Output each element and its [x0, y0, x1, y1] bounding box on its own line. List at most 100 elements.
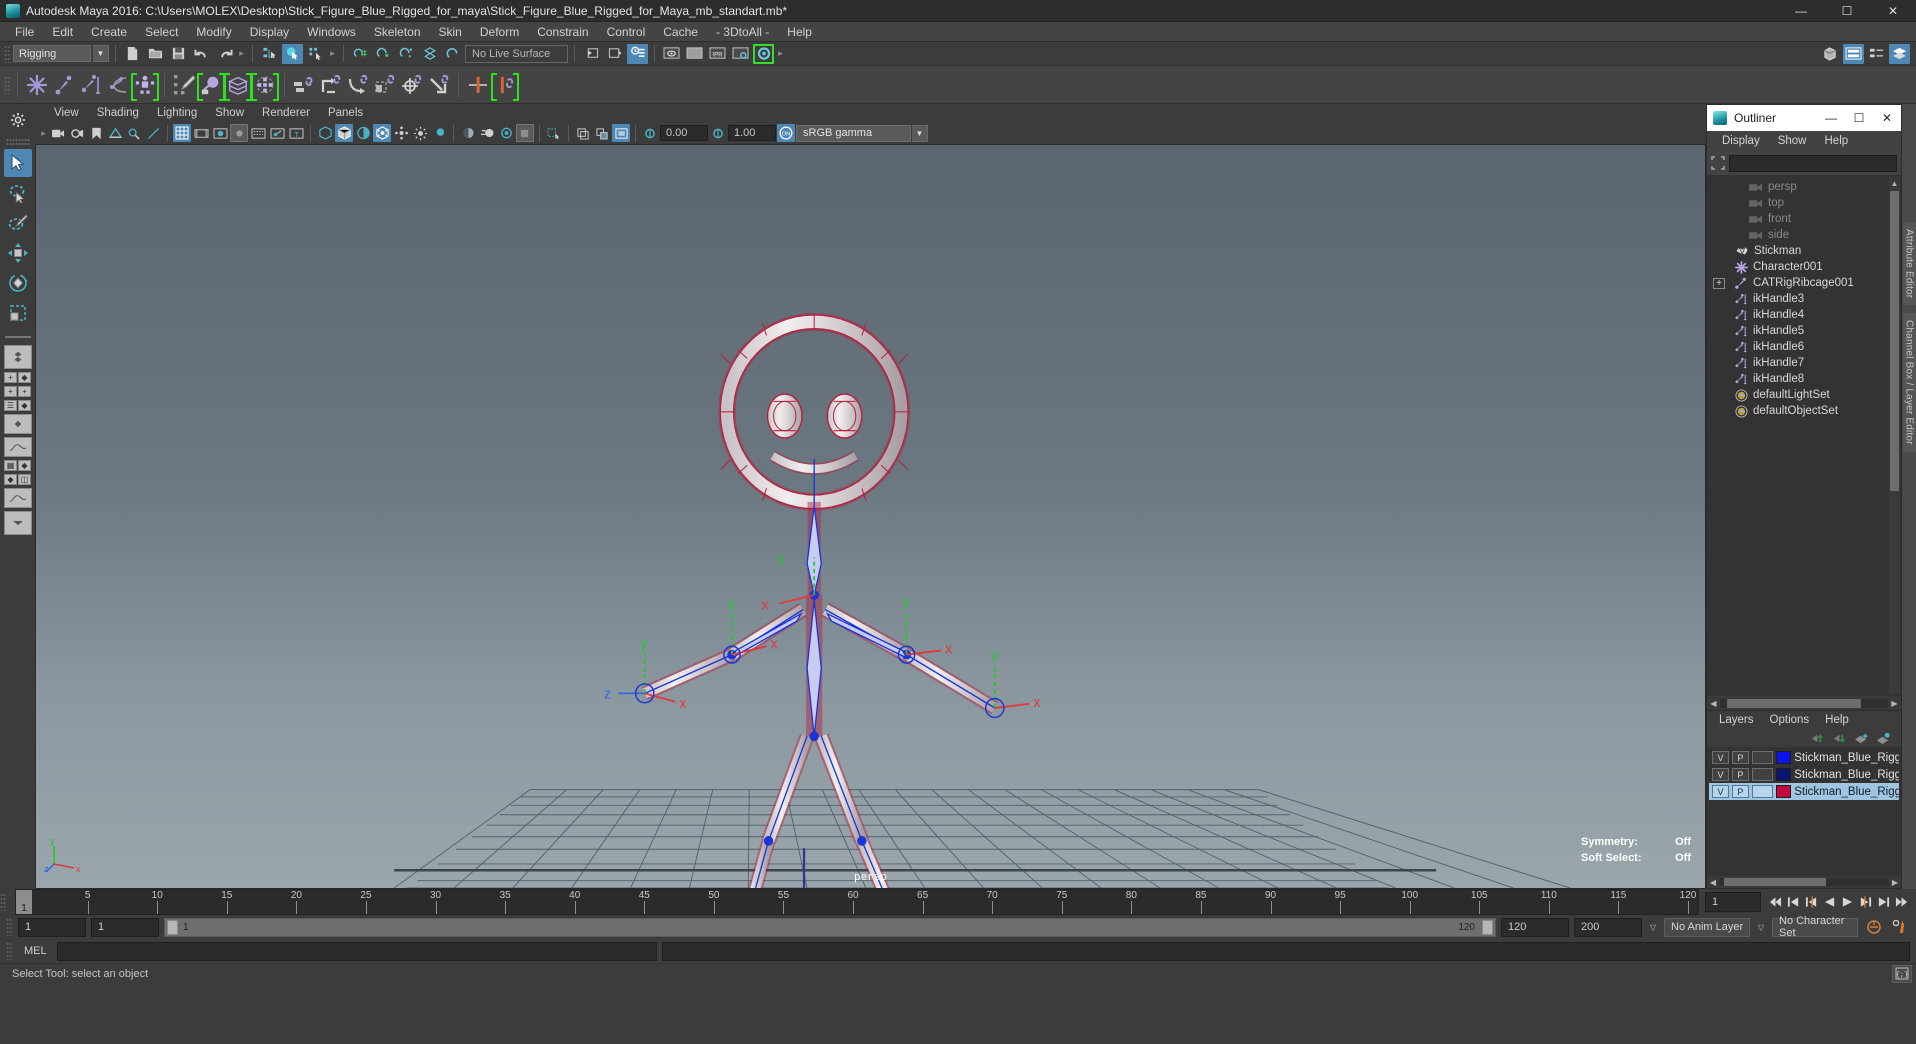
timeline-grip[interactable]	[0, 893, 7, 911]
viewport-toolbar-arrow[interactable]: ▸	[39, 125, 48, 142]
select-hierarchy-icon[interactable]	[259, 44, 280, 64]
scale-tool-icon[interactable]	[4, 299, 32, 327]
outliner-item-ikhandle7[interactable]: ikHandle7	[1707, 355, 1901, 371]
outliner-menu-display[interactable]: Display	[1713, 131, 1769, 151]
statusline-collapse-arrow-1[interactable]: ▸	[237, 45, 246, 62]
quick-layout-persp-icon[interactable]	[3, 414, 32, 434]
anim-start-time-field[interactable]: 1	[18, 917, 86, 937]
outliner-item-ikhandle6[interactable]: ikHandle6	[1707, 339, 1901, 355]
open-scene-icon[interactable]	[145, 44, 166, 64]
layers-hscroll-left-arrow[interactable]: ◀	[1707, 878, 1719, 887]
orient-constraint-icon[interactable]	[345, 70, 371, 100]
statusline-collapse-arrow-2[interactable]: ▸	[328, 45, 337, 62]
mirror-joint-icon[interactable]	[465, 70, 491, 100]
menu-item-help[interactable]: Help	[778, 22, 821, 42]
outliner-expand-toggle[interactable]: +	[1713, 277, 1725, 289]
layer-visibility-toggle[interactable]: V	[1712, 785, 1729, 798]
3d-viewport[interactable]: y x y x z y x y x y x y x z persp Symmet…	[35, 144, 1706, 889]
menu-item-windows[interactable]: Windows	[298, 22, 365, 42]
step-forward-key-button[interactable]	[1875, 892, 1892, 912]
range-start-handle[interactable]	[167, 919, 178, 935]
quick-layout-more-icon[interactable]	[3, 511, 32, 535]
mirror-skin-weights-icon[interactable]	[491, 70, 519, 101]
outliner-scroll-up-arrow[interactable]: ▲	[1889, 177, 1900, 189]
playback-start-time-field[interactable]: 1	[91, 917, 159, 937]
film-gate-icon[interactable]	[192, 124, 210, 142]
depth-of-field-icon[interactable]	[516, 124, 534, 142]
outliner-item-catrigribcage001[interactable]: + CATRigRibcage001	[1707, 275, 1901, 291]
viewport-menu-renderer[interactable]: Renderer	[253, 104, 319, 122]
image-plane-icon[interactable]	[106, 124, 124, 142]
mel-command-input[interactable]	[57, 941, 657, 961]
go-to-end-button[interactable]	[1893, 892, 1910, 912]
joint-chain-icon[interactable]	[51, 70, 77, 100]
scale-constraint-icon[interactable]	[372, 70, 398, 100]
create-joint-icon[interactable]	[24, 70, 50, 100]
open-output-connections-icon[interactable]	[604, 44, 625, 64]
create-empty-layer-icon[interactable]	[1854, 732, 1869, 745]
color-space-selector[interactable]: sRGB gamma	[796, 124, 911, 142]
select-camera-icon[interactable]	[49, 124, 67, 142]
outliner-item-stickman[interactable]: Stickman	[1707, 243, 1901, 259]
layer-display-type-toggle[interactable]	[1751, 785, 1774, 798]
layer-color-swatch[interactable]	[1776, 785, 1792, 798]
character-set-chevron-icon[interactable]: ▽	[1755, 923, 1767, 932]
hypershade-render-icon[interactable]	[753, 44, 774, 64]
move-layer-down-icon[interactable]	[1832, 732, 1847, 745]
construction-history-icon[interactable]	[627, 43, 648, 64]
outliner-minimize-button[interactable]: —	[1817, 105, 1845, 131]
snap-grid-icon[interactable]	[350, 44, 371, 64]
layer-list[interactable]: VPStickman_Blue_RiggedVPStickman_Blue_Ri…	[1707, 747, 1901, 876]
mel-label[interactable]: MEL	[18, 945, 52, 957]
ipr-render-icon[interactable]: IPR	[707, 44, 728, 64]
shadows-toggle-icon[interactable]	[430, 124, 448, 142]
paint-skin-weights-icon[interactable]	[171, 70, 197, 100]
quick-layout-uv-editor[interactable]: ◆ ◫	[4, 474, 31, 485]
full-body-ik-icon[interactable]	[131, 70, 159, 101]
step-back-key-button[interactable]	[1785, 892, 1802, 912]
exposure-value-field[interactable]: 0.00	[660, 125, 708, 141]
outliner-item-front[interactable]: front	[1707, 211, 1901, 227]
outliner-item-persp[interactable]: persp	[1707, 179, 1901, 195]
ik-spline-handle-icon[interactable]	[105, 70, 131, 100]
outliner-item-character001[interactable]: Character001	[1707, 259, 1901, 275]
point-constraint-icon[interactable]	[318, 70, 344, 100]
layers-menu-help[interactable]: Help	[1817, 711, 1857, 729]
quick-layout-outliner-persp[interactable]: ☰ ◆	[4, 400, 31, 411]
ik-handle-icon[interactable]	[78, 70, 104, 100]
menu-item-3dtoall[interactable]: - 3DtoAll -	[707, 22, 778, 42]
create-layer-from-selected-icon[interactable]	[1876, 732, 1891, 745]
menu-item-constrain[interactable]: Constrain	[528, 22, 597, 42]
modeling-toolkit-icon[interactable]	[1820, 44, 1841, 64]
viewport-menu-panels[interactable]: Panels	[319, 104, 372, 122]
outliner-item-defaultobjectset[interactable]: defaultObjectSet	[1707, 403, 1901, 419]
outliner-search-input[interactable]	[1729, 154, 1897, 172]
layer-row[interactable]: VP Stickman_Blue_Rigged	[1709, 783, 1899, 800]
isolate-select-icon[interactable]	[545, 124, 563, 142]
auto-keyframe-toggle-icon[interactable]	[1863, 917, 1884, 937]
light-toggle-icon[interactable]	[411, 124, 429, 142]
pole-vector-constraint-icon[interactable]	[426, 70, 452, 100]
outliner-hscroll-left-arrow[interactable]: ◀	[1707, 699, 1720, 708]
layer-playback-toggle[interactable]: P	[1731, 751, 1749, 764]
toolbox-grip[interactable]	[5, 138, 30, 147]
motion-blur-icon[interactable]	[478, 124, 496, 142]
textured-shading-icon[interactable]	[373, 124, 391, 142]
film-gate-display-icon[interactable]	[249, 124, 267, 142]
layers-hscroll-track[interactable]	[1719, 878, 1889, 886]
quick-layout-four-view-2[interactable]: + +	[4, 386, 31, 397]
menu-item-file[interactable]: File	[6, 22, 43, 42]
outliner-item-side[interactable]: side	[1707, 227, 1901, 243]
playback-end-time-field[interactable]: 120	[1501, 917, 1569, 937]
go-to-start-button[interactable]	[1767, 892, 1784, 912]
wireframe-shading-icon[interactable]	[316, 124, 334, 142]
snap-viewplane-icon[interactable]	[442, 44, 463, 64]
quick-layout-cell[interactable]: ◆	[18, 400, 31, 411]
maximize-button[interactable]: ☐	[1824, 0, 1870, 22]
outliner-item-defaultlightset[interactable]: defaultLightSet	[1707, 387, 1901, 403]
viewport-menu-shading[interactable]: Shading	[88, 104, 148, 122]
lasso-select-tool-icon[interactable]	[4, 179, 32, 207]
layer-color-swatch[interactable]	[1776, 751, 1792, 764]
menu-item-skin[interactable]: Skin	[430, 22, 471, 42]
aim-constraint-icon[interactable]	[399, 70, 425, 100]
